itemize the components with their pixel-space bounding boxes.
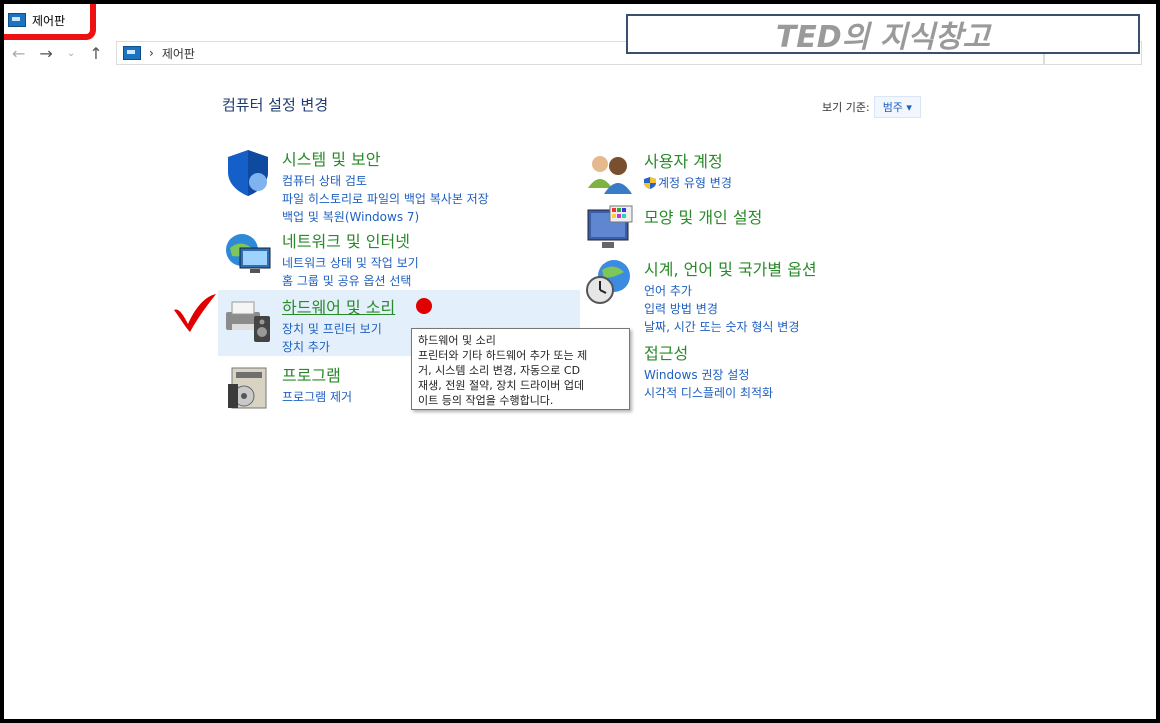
link[interactable]: 컴퓨터 상태 검토 — [282, 172, 489, 190]
shield-icon — [222, 146, 274, 198]
page-title: 컴퓨터 설정 변경 — [222, 96, 329, 114]
monitor-palette-icon — [584, 204, 636, 256]
tooltip-line: 거, 시스템 소리 변경, 자동으로 CD — [418, 364, 581, 377]
link[interactable]: 언어 추가 — [644, 282, 817, 300]
up-arrow-icon[interactable]: ↑ — [89, 44, 102, 63]
breadcrumb-chevron-icon: › — [149, 46, 154, 60]
breadcrumb-control-panel[interactable]: 제어판 — [162, 45, 195, 62]
red-annotation-mark — [4, 4, 96, 40]
printer-speaker-icon — [222, 294, 274, 346]
category-network-internet: 네트워크 및 인터넷 네트워크 상태 및 작업 보기 홈 그룹 및 공유 옵션 … — [222, 228, 419, 290]
link[interactable]: 프로그램 제거 — [282, 388, 352, 406]
category-user-accounts: 사용자 계정 계정 유형 변경 — [584, 148, 732, 200]
category-title[interactable]: 시계, 언어 및 국가별 옵션 — [644, 256, 817, 280]
control-panel-icon — [123, 46, 141, 60]
link[interactable]: 날짜, 시간 또는 숫자 형식 변경 — [644, 318, 817, 336]
view-by-value: 범주 — [882, 101, 903, 114]
watermark: TED의 지식창고 — [626, 14, 1140, 55]
category-title[interactable]: 하드웨어 및 소리 — [282, 294, 395, 318]
link[interactable]: 파일 히스토리로 파일의 백업 복사본 저장 — [282, 190, 489, 208]
link[interactable]: 백업 및 복원(Windows 7) — [282, 208, 489, 226]
category-title[interactable]: 접근성 — [644, 340, 773, 364]
link[interactable]: 장치 추가 — [282, 338, 395, 356]
forward-arrow-icon[interactable]: → — [39, 44, 52, 63]
view-by-dropdown[interactable]: 범주 ▾ — [873, 96, 921, 118]
link-text: 계정 유형 변경 — [658, 176, 732, 190]
category-appearance: 모양 및 개인 설정 — [584, 204, 762, 256]
globe-network-icon — [222, 228, 274, 280]
link[interactable]: 네트워크 상태 및 작업 보기 — [282, 254, 419, 272]
category-title[interactable]: 시스템 및 보안 — [282, 146, 489, 170]
programs-box-icon — [222, 362, 274, 414]
back-arrow-icon[interactable]: ← — [12, 44, 25, 63]
link[interactable]: 계정 유형 변경 — [644, 174, 732, 192]
category-system-security: 시스템 및 보안 컴퓨터 상태 검토 파일 히스토리로 파일의 백업 복사본 저… — [222, 146, 489, 226]
category-programs: 프로그램 프로그램 제거 — [222, 362, 352, 414]
category-title[interactable]: 모양 및 개인 설정 — [644, 204, 762, 228]
view-by: 보기 기준: 범주 ▾ — [822, 96, 921, 118]
view-by-label: 보기 기준: — [822, 101, 870, 114]
tooltip-line: 이트 등의 작업을 수행합니다. — [418, 394, 554, 407]
uac-shield-icon — [644, 177, 656, 189]
category-title[interactable]: 네트워크 및 인터넷 — [282, 228, 419, 252]
red-checkmark-icon — [174, 294, 216, 332]
category-hardware-sound[interactable]: 하드웨어 및 소리 장치 및 프린터 보기 장치 추가 — [222, 294, 395, 356]
clock-globe-icon — [584, 256, 636, 308]
link[interactable]: 홈 그룹 및 공유 옵션 선택 — [282, 272, 419, 290]
category-title[interactable]: 프로그램 — [282, 362, 352, 386]
tooltip-title: 하드웨어 및 소리 — [418, 334, 496, 347]
link[interactable]: Windows 권장 설정 — [644, 366, 773, 384]
users-icon — [584, 148, 636, 200]
tooltip-line: 재생, 전원 절약, 장치 드라이버 업데 — [418, 379, 585, 392]
link[interactable]: 시각적 디스플레이 최적화 — [644, 384, 773, 402]
link[interactable]: 입력 방법 변경 — [644, 300, 817, 318]
link[interactable]: 장치 및 프린터 보기 — [282, 320, 395, 338]
category-title[interactable]: 사용자 계정 — [644, 148, 732, 172]
tooltip: 하드웨어 및 소리 프린터와 기타 하드웨어 추가 또는 제 거, 시스템 소리… — [411, 328, 630, 410]
tooltip-line: 프린터와 기타 하드웨어 추가 또는 제 — [418, 349, 588, 362]
red-dot-marker — [416, 298, 432, 314]
category-clock-language-region: 시계, 언어 및 국가별 옵션 언어 추가 입력 방법 변경 날짜, 시간 또는… — [584, 256, 817, 336]
recent-chevron-icon[interactable]: ⌄ — [67, 48, 75, 59]
